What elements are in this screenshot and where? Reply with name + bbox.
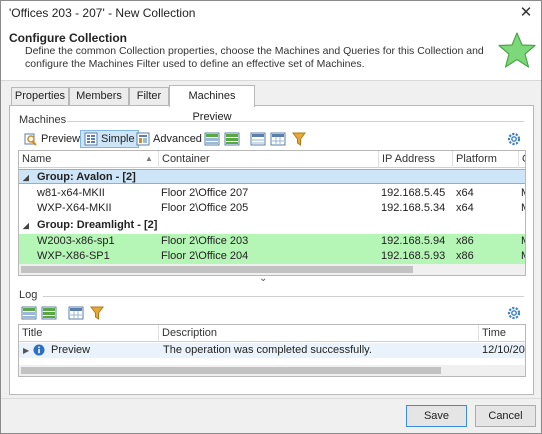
preview-label: Preview xyxy=(41,133,81,145)
log-row[interactable]: ▶ Preview The operation was completed su… xyxy=(19,343,525,358)
log-group-label: Log xyxy=(19,289,38,301)
table-row[interactable]: w81-x64-MKII Floor 2\Office 207 192.168.… xyxy=(19,186,525,201)
dialog-window: 'Offices 203 - 207' - New Collection ✕ C… xyxy=(0,0,542,434)
column-header-title[interactable]: Title xyxy=(19,325,159,342)
preview-button[interactable]: Preview xyxy=(21,130,83,148)
splitter-chevron-icon[interactable]: ⌄ xyxy=(259,273,267,284)
save-button[interactable]: Save xyxy=(406,405,467,427)
log-collapse-all-icon[interactable] xyxy=(21,305,37,321)
column-header-description[interactable]: Description xyxy=(159,325,479,342)
gear-icon[interactable] xyxy=(506,131,522,147)
simple-label: Simple xyxy=(101,133,135,145)
dialog-header: Configure Collection Define the common C… xyxy=(1,25,541,81)
group-label: Group: Avalon - [2] xyxy=(37,171,136,183)
table-row[interactable]: WXP-X64-MKII Floor 2\Office 205 192.168.… xyxy=(19,201,525,216)
table-row[interactable]: W2003-x86-sp1 Floor 2\Office 203 192.168… xyxy=(19,234,525,249)
collapse-arrow-icon[interactable]: ◢ xyxy=(23,170,29,185)
log-filter-icon[interactable] xyxy=(89,305,105,321)
tab-filter[interactable]: Filter xyxy=(129,87,169,106)
log-expand-all-icon[interactable] xyxy=(41,305,57,321)
log-gear-icon[interactable] xyxy=(506,305,522,321)
preview-icon xyxy=(24,133,37,146)
tab-members[interactable]: Members xyxy=(69,87,129,106)
machines-horizontal-scrollbar[interactable] xyxy=(19,264,525,275)
grid-layout-icon[interactable] xyxy=(270,131,286,147)
collapse-arrow-icon[interactable]: ◢ xyxy=(23,218,29,233)
advanced-view-icon xyxy=(136,132,150,146)
filter-icon[interactable] xyxy=(291,131,307,147)
machines-grid: Name ▲ Container IP Address Platform O ◢… xyxy=(18,150,526,276)
log-grid-layout-icon[interactable] xyxy=(68,305,84,321)
advanced-view-button[interactable]: Advanced xyxy=(133,130,205,148)
sort-ascending-icon: ▲ xyxy=(145,154,153,163)
tab-properties[interactable]: Properties xyxy=(11,87,69,106)
log-horizontal-scrollbar[interactable] xyxy=(19,365,525,376)
column-header-platform[interactable]: Platform xyxy=(453,151,519,168)
collapse-all-icon[interactable] xyxy=(204,131,220,147)
column-chooser-icon[interactable] xyxy=(250,131,266,147)
simple-view-button[interactable]: Simple xyxy=(80,130,139,148)
footer-divider xyxy=(1,398,541,399)
expand-all-icon[interactable] xyxy=(224,131,240,147)
header-title: Configure Collection xyxy=(9,31,127,45)
group-row-avalon[interactable]: ◢ Group: Avalon - [2] xyxy=(19,169,525,184)
scrollbar-thumb[interactable] xyxy=(21,367,441,374)
column-header-o[interactable]: O xyxy=(519,151,525,168)
info-icon xyxy=(33,344,45,356)
expand-arrow-icon[interactable]: ▶ xyxy=(23,343,29,358)
log-grid-header: Title Description Time xyxy=(19,325,525,342)
star-icon xyxy=(498,32,536,68)
tab-machines-preview[interactable]: Machines Preview xyxy=(169,85,255,123)
machines-group-divider xyxy=(67,121,524,122)
window-title: 'Offices 203 - 207' - New Collection xyxy=(9,6,196,20)
column-header-container[interactable]: Container xyxy=(159,151,379,168)
column-header-name[interactable]: Name ▲ xyxy=(19,151,159,168)
title-bar: 'Offices 203 - 207' - New Collection ✕ xyxy=(1,1,541,25)
group-label: Group: Dreamlight - [2] xyxy=(37,219,158,231)
header-description: Define the common Collection properties,… xyxy=(25,45,484,70)
scrollbar-thumb[interactable] xyxy=(21,266,413,273)
machines-grid-header: Name ▲ Container IP Address Platform O xyxy=(19,151,525,168)
close-button[interactable]: ✕ xyxy=(515,3,537,23)
cancel-button[interactable]: Cancel xyxy=(475,405,536,427)
column-header-ip-address[interactable]: IP Address xyxy=(379,151,453,168)
column-header-time[interactable]: Time xyxy=(479,325,525,342)
table-row[interactable]: WXP-X86-SP1 Floor 2\Office 204 192.168.5… xyxy=(19,249,525,264)
simple-view-icon xyxy=(84,132,98,146)
log-group-divider xyxy=(43,296,524,297)
advanced-label: Advanced xyxy=(153,133,202,145)
log-grid: Title Description Time ▶ Preview The ope… xyxy=(18,324,526,377)
group-row-dreamlight[interactable]: ◢ Group: Dreamlight - [2] xyxy=(19,218,525,233)
machines-group-label: Machines xyxy=(19,114,67,126)
